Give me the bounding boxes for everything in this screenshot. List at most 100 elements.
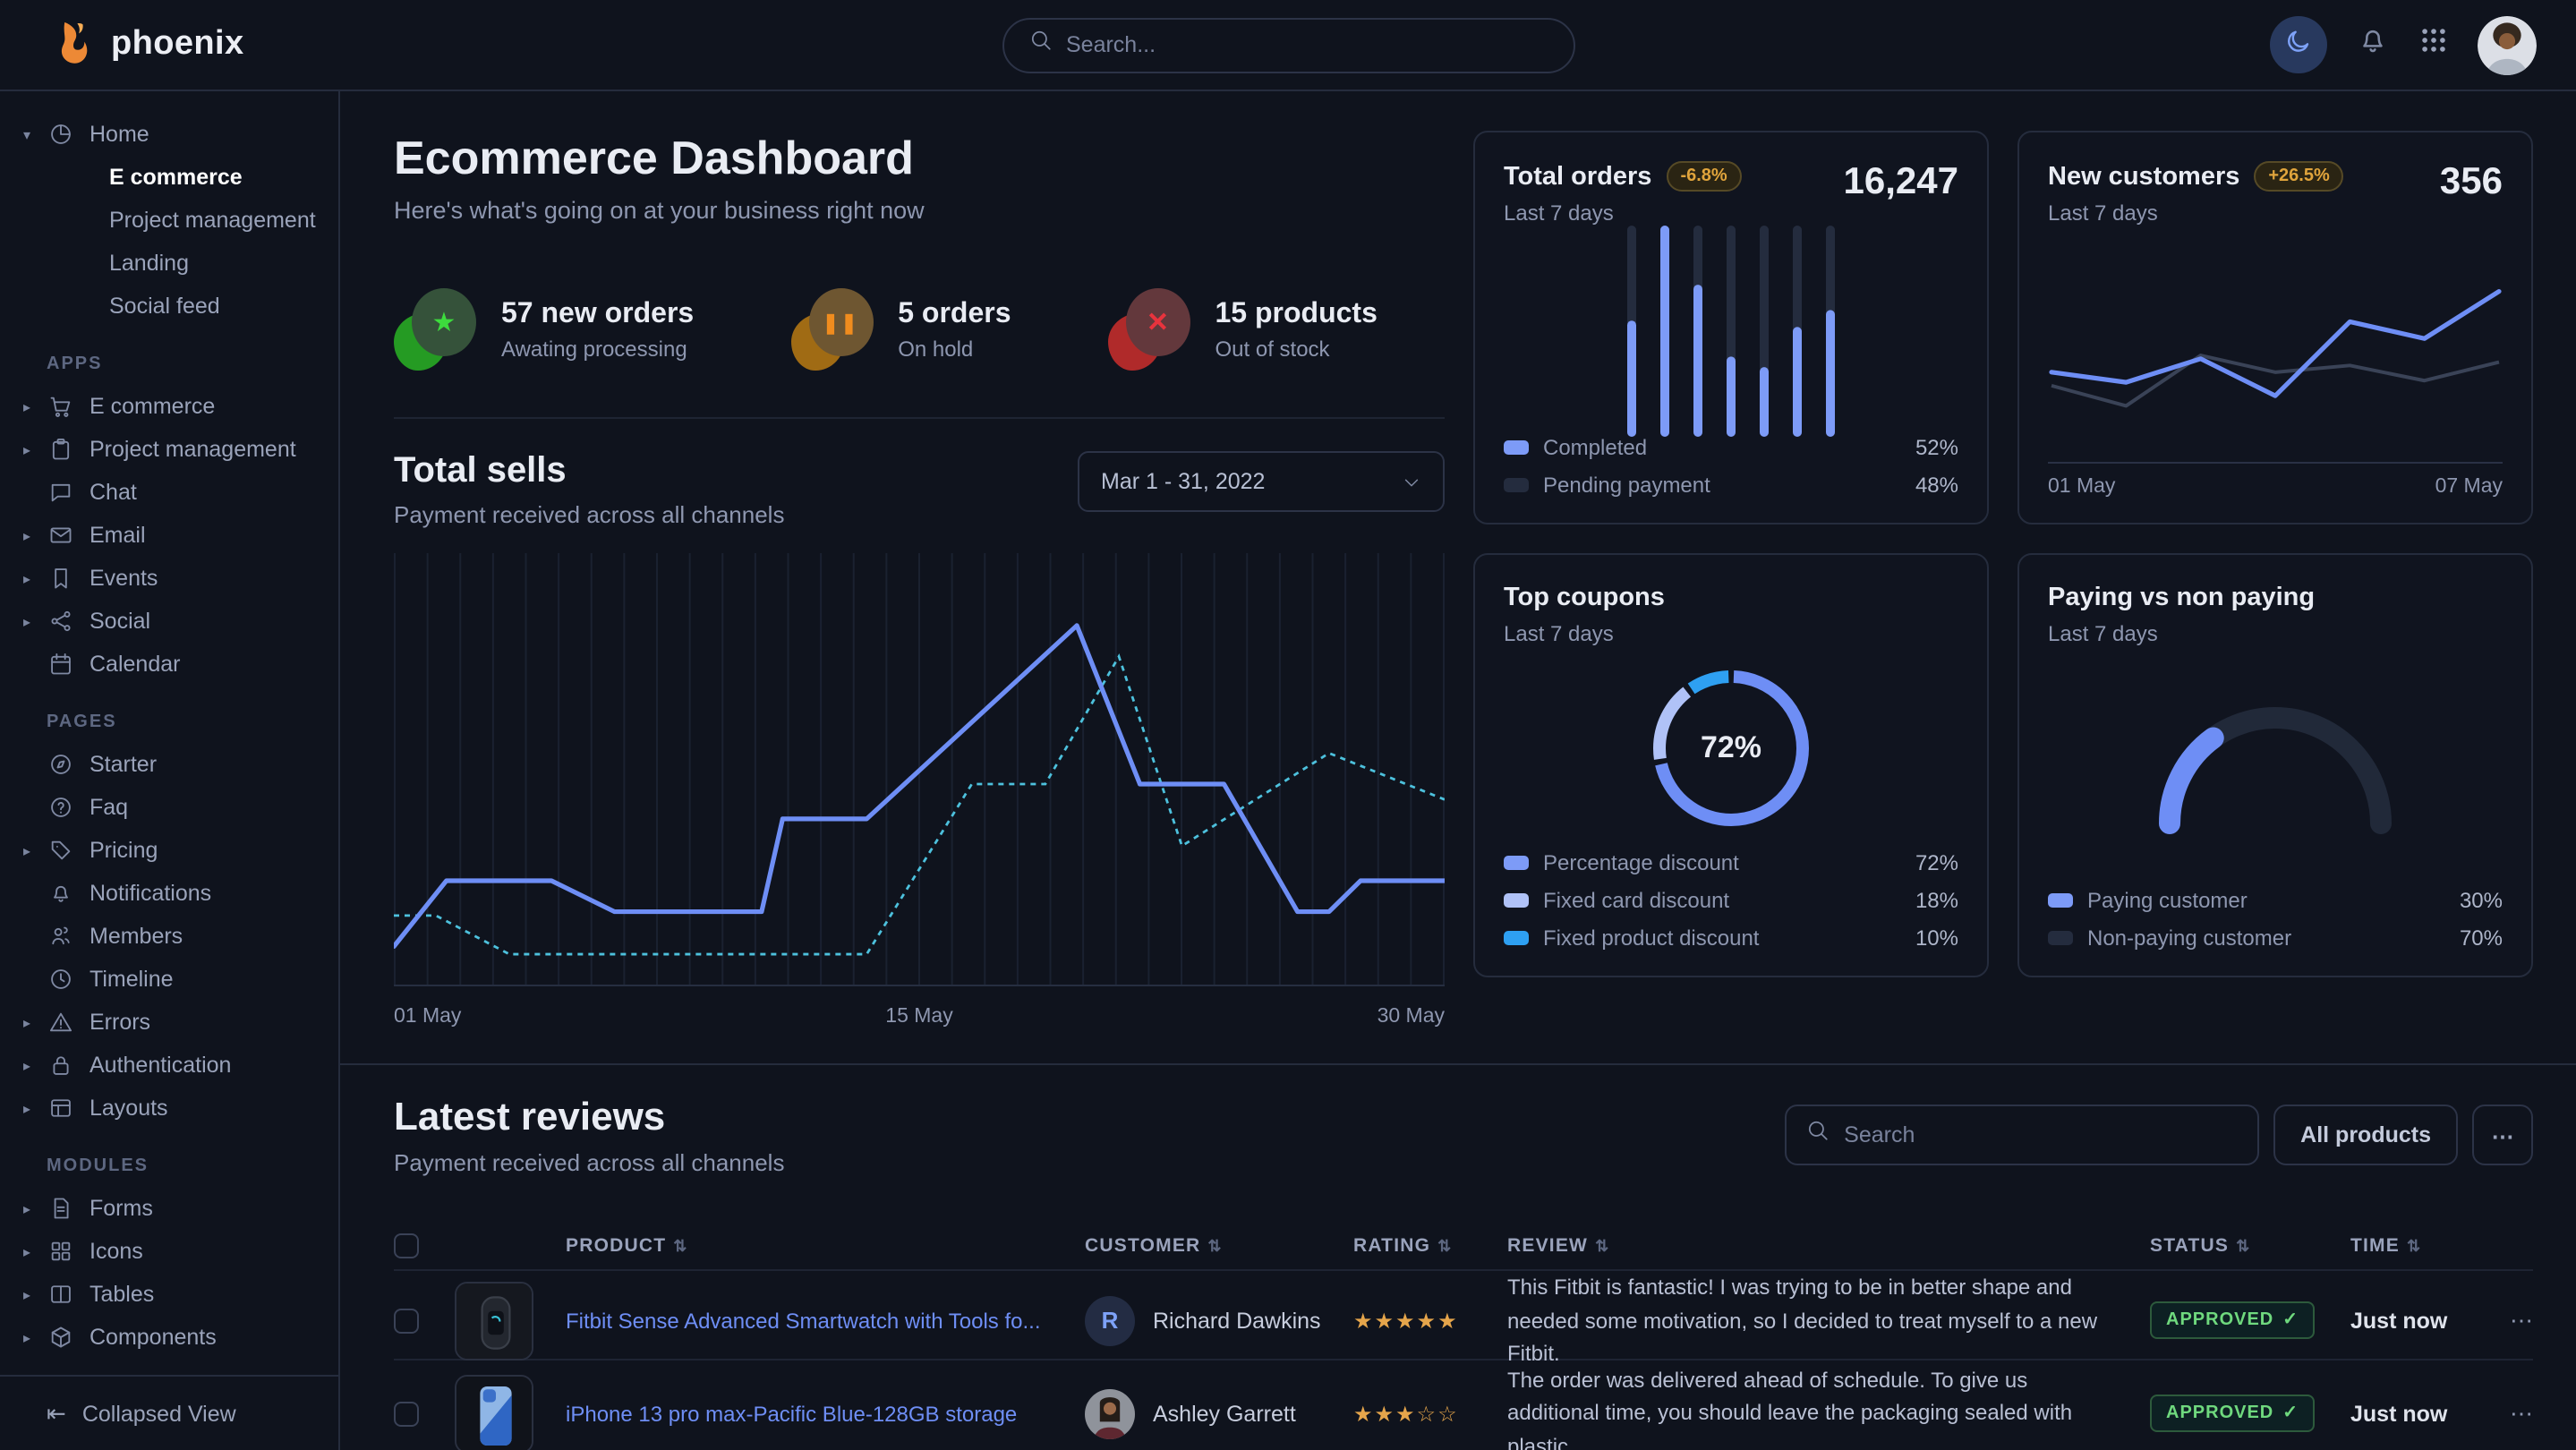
sidebar-item-notifications[interactable]: Notifications [0, 872, 338, 915]
total-orders-card: Total orders -6.8% Last 7 days 16,247 [1473, 131, 1989, 525]
latest-reviews-section: Latest reviews Payment received across a… [340, 1063, 2576, 1450]
page-subtitle: Here's what's going on at your business … [394, 197, 1445, 224]
new-customers-chart [2048, 226, 2503, 455]
total-orders-badge: -6.8% [1666, 161, 1741, 192]
sidebar-item-ecommerce-home[interactable]: E commerce [0, 156, 338, 199]
navbar-actions [2270, 15, 2537, 74]
legend-fixed-card-discount: Fixed card discount 18% [1504, 888, 1958, 913]
sidebar-item-project-management[interactable]: ▸ Project management [0, 428, 338, 471]
sidebar-item-forms[interactable]: ▸ Forms [0, 1187, 338, 1230]
column-customer[interactable]: CUSTOMER⇅ [1085, 1235, 1353, 1257]
cube-icon [48, 1325, 73, 1350]
new-customers-badge: +26.5% [2254, 161, 2343, 192]
pie-chart-icon [48, 122, 73, 147]
cart-icon [48, 394, 73, 419]
row-checkbox[interactable] [394, 1309, 419, 1334]
paying-vs-nonpaying-card: Paying vs non paying Last 7 days Paying … [2017, 553, 2533, 977]
sidebar-item-authentication[interactable]: ▸ Authentication [0, 1044, 338, 1087]
sidebar: ▾ Home E commerce Project management Lan… [0, 91, 340, 1450]
customer-cell: R Richard Dawkins [1085, 1296, 1353, 1346]
sidebar-item-chat[interactable]: Chat [0, 471, 338, 514]
row-more-button[interactable]: ⋯ [2479, 1399, 2533, 1428]
collapse-arrow-icon: ⇤ [47, 1399, 66, 1428]
table-icon [48, 1282, 73, 1307]
product-thumbnail-iphone[interactable] [455, 1374, 533, 1450]
column-time[interactable]: TIME⇅ [2350, 1235, 2479, 1257]
select-all-checkbox[interactable] [394, 1233, 419, 1258]
chevron-down-icon: ▾ [23, 126, 30, 142]
sidebar-item-project-management-home[interactable]: Project management [0, 199, 338, 242]
legend-fixed-product-discount: Fixed product discount 10% [1504, 925, 1958, 951]
legend-swatch [2048, 931, 2073, 945]
sidebar-item-layouts[interactable]: ▸ Layouts [0, 1087, 338, 1130]
sidebar-item-starter[interactable]: Starter [0, 743, 338, 786]
column-status[interactable]: STATUS⇅ [2150, 1235, 2350, 1257]
chevron-right-icon: ▸ [23, 842, 30, 858]
customer-avatar[interactable]: R [1085, 1296, 1135, 1346]
sidebar-item-landing[interactable]: Landing [0, 242, 338, 285]
chevron-down-icon [1402, 472, 1421, 491]
search-icon [1806, 1119, 1830, 1151]
sidebar-item-timeline[interactable]: Timeline [0, 958, 338, 1001]
sidebar-item-icons[interactable]: ▸ Icons [0, 1230, 338, 1273]
status-badge: APPROVED✓ [2150, 1395, 2315, 1432]
collapse-sidebar-button[interactable]: ⇤ Collapsed View [0, 1375, 338, 1450]
stat-on-hold: ❚❚ 5 orders On hold [790, 288, 1011, 371]
chevron-right-icon: ▸ [23, 398, 30, 414]
top-navbar: phoenix [0, 0, 2576, 91]
sidebar-item-members[interactable]: Members [0, 915, 338, 958]
customer-cell: Ashley Garrett [1085, 1388, 1353, 1438]
app: phoenix [0, 0, 2576, 1450]
sidebar-section-modules: MODULES [47, 1156, 338, 1176]
column-review[interactable]: REVIEW⇅ [1507, 1235, 2150, 1257]
reviews-search[interactable] [1785, 1105, 2259, 1165]
moon-icon [2284, 26, 2313, 64]
sidebar-item-social-feed[interactable]: Social feed [0, 285, 338, 328]
chevron-right-icon: ▸ [23, 441, 30, 457]
date-range-select[interactable]: Mar 1 - 31, 2022 [1078, 451, 1445, 512]
user-avatar[interactable] [2478, 15, 2537, 74]
theme-toggle-button[interactable] [2270, 16, 2327, 73]
sidebar-item-events[interactable]: ▸ Events [0, 557, 338, 600]
sidebar-item-ecommerce[interactable]: ▸ E commerce [0, 385, 338, 428]
product-thumbnail-fitbit[interactable] [455, 1282, 533, 1360]
sidebar-item-pricing[interactable]: ▸ Pricing [0, 829, 338, 872]
all-products-button[interactable]: All products [2273, 1105, 2458, 1165]
customer-avatar[interactable] [1085, 1388, 1135, 1438]
sidebar-item-tables[interactable]: ▸ Tables [0, 1273, 338, 1316]
sidebar-item-faq[interactable]: Faq [0, 786, 338, 829]
sidebar-item-components[interactable]: ▸ Components [0, 1316, 338, 1359]
reviews-table: PRODUCT⇅ CUSTOMER⇅ RATING⇅ REVIEW⇅ STATU… [394, 1223, 2533, 1450]
sort-icon: ⇅ [1437, 1236, 1452, 1256]
new-customers-card: New customers +26.5% Last 7 days 356 01 [2017, 131, 2533, 525]
legend-paying-customer: Paying customer 30% [2048, 888, 2503, 913]
product-link[interactable]: iPhone 13 pro max-Pacific Blue-128GB sto… [566, 1401, 1085, 1426]
grid-dots-icon [2418, 25, 2449, 64]
table-row: iPhone 13 pro max-Pacific Blue-128GB sto… [394, 1359, 2533, 1450]
sidebar-item-email[interactable]: ▸ Email [0, 514, 338, 557]
apps-menu-button[interactable] [2418, 25, 2449, 64]
reviews-search-input[interactable] [1844, 1122, 2238, 1147]
sort-icon: ⇅ [2236, 1236, 2250, 1256]
column-rating[interactable]: RATING⇅ [1353, 1235, 1507, 1257]
sidebar-item-home[interactable]: ▾ Home [0, 113, 338, 156]
brand-logo[interactable]: phoenix [50, 17, 244, 72]
chevron-right-icon: ▸ [23, 1329, 30, 1345]
column-product[interactable]: PRODUCT⇅ [566, 1235, 1085, 1257]
chevron-right-icon: ▸ [23, 1014, 30, 1030]
total-sells-subtitle: Payment received across all channels [394, 501, 784, 528]
total-orders-value: 16,247 [1844, 161, 1958, 204]
sidebar-item-errors[interactable]: ▸ Errors [0, 1001, 338, 1044]
page-title: Ecommerce Dashboard [394, 131, 1445, 186]
legend-nonpaying-customer: Non-paying customer 70% [2048, 925, 2503, 951]
reviews-more-button[interactable]: ⋯ [2472, 1105, 2533, 1165]
row-more-button[interactable]: ⋯ [2479, 1307, 2533, 1335]
notifications-button[interactable] [2356, 23, 2390, 66]
sidebar-item-social[interactable]: ▸ Social [0, 600, 338, 643]
global-search-input[interactable] [1066, 32, 1548, 57]
product-link[interactable]: Fitbit Sense Advanced Smartwatch with To… [566, 1309, 1085, 1334]
row-checkbox[interactable] [394, 1401, 419, 1426]
sort-icon: ⇅ [673, 1236, 687, 1256]
global-search[interactable] [1002, 17, 1574, 72]
sidebar-item-calendar[interactable]: Calendar [0, 643, 338, 686]
